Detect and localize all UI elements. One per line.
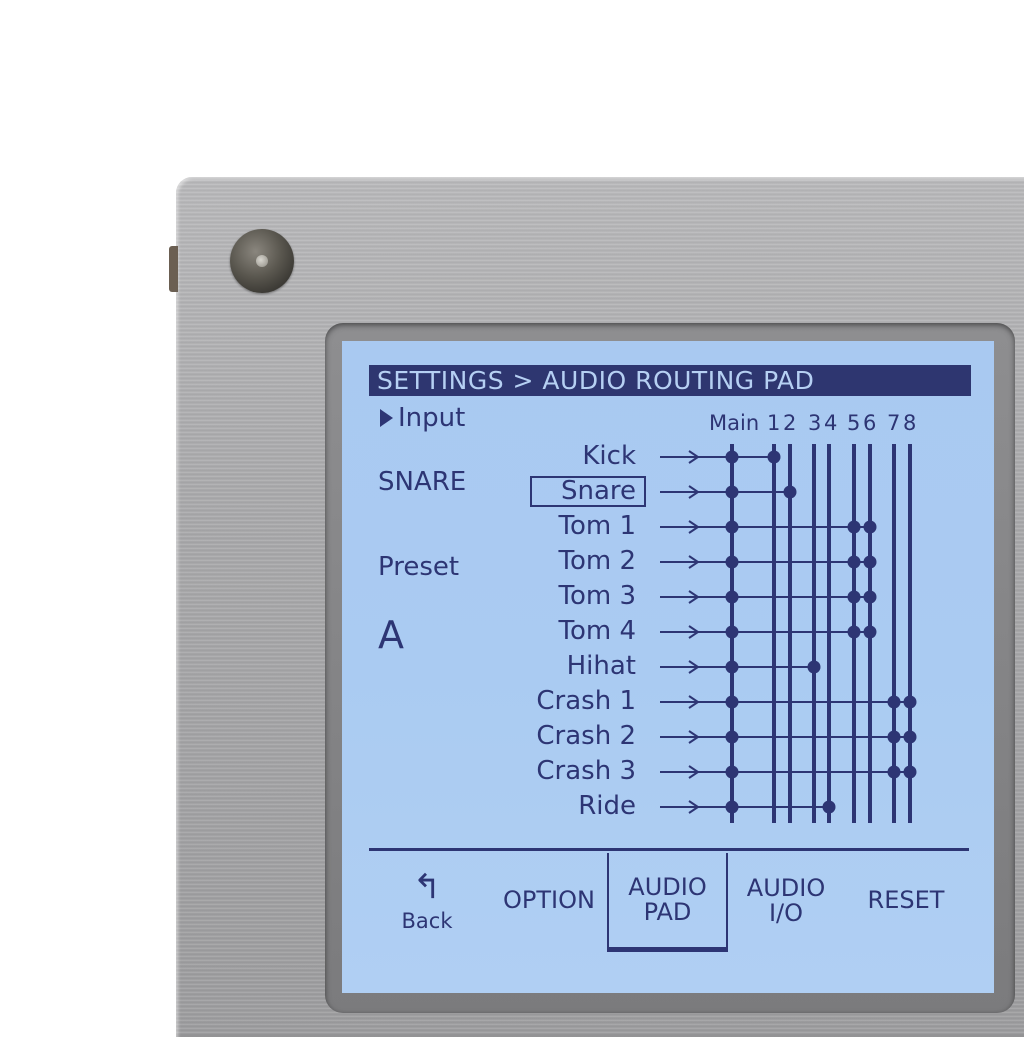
route-dot-snare-2 (783, 485, 797, 499)
panel-edge-tab (169, 246, 178, 292)
route-dot-tom-4-6 (863, 625, 877, 639)
route-dot-tom-2-5 (847, 555, 861, 569)
audio-io-label-1: AUDIO (746, 873, 826, 902)
route-dot-kick-main (725, 450, 739, 464)
option-button[interactable]: OPTION (490, 853, 608, 949)
button-bar-divider (369, 848, 969, 851)
audio-pad-label-2: PAD (643, 898, 692, 926)
route-dot-tom-2-6 (863, 555, 877, 569)
lcd-screen: SETTINGS > AUDIO ROUTING PAD Input SNARE… (342, 341, 994, 993)
route-dot-crash-1-8 (903, 695, 917, 709)
back-label: Back (401, 908, 453, 933)
route-dot-crash-3-8 (903, 765, 917, 779)
route-dot-kick-1 (767, 450, 781, 464)
route-dot-tom-1-main (725, 520, 739, 534)
route-dot-crash-3-7 (887, 765, 901, 779)
route-dot-tom-4-main (725, 625, 739, 639)
route-dot-crash-3-main (725, 765, 739, 779)
route-dot-tom-1-6 (863, 520, 877, 534)
route-dot-hihat-main (725, 660, 739, 674)
audio-pad-label-1: AUDIO (628, 872, 707, 901)
back-button[interactable]: ↰ Back (372, 853, 482, 949)
route-dot-snare-main (725, 485, 739, 499)
screw-icon (230, 229, 294, 293)
audio-io-button[interactable]: AUDIO I/O (730, 853, 842, 949)
route-dot-crash-2-8 (903, 730, 917, 744)
route-dot-crash-1-main (725, 695, 739, 709)
route-dot-ride-4 (822, 800, 836, 814)
reset-button[interactable]: RESET (847, 853, 965, 949)
route-dot-tom-4-5 (847, 625, 861, 639)
route-dot-crash-2-main (725, 730, 739, 744)
route-dot-hihat-3 (807, 660, 821, 674)
audio-io-label-2: I/O (768, 899, 804, 927)
route-dot-tom-3-5 (847, 590, 861, 604)
route-dot-crash-2-7 (887, 730, 901, 744)
back-arrow-icon: ↰ (412, 866, 442, 907)
route-dot-ride-main (725, 800, 739, 814)
route-dot-tom-2-main (725, 555, 739, 569)
route-dot-tom-1-5 (847, 520, 861, 534)
route-dot-tom-3-main (725, 590, 739, 604)
audio-pad-button[interactable]: AUDIO PAD (607, 853, 728, 952)
route-dot-crash-1-7 (887, 695, 901, 709)
route-dot-tom-3-6 (863, 590, 877, 604)
